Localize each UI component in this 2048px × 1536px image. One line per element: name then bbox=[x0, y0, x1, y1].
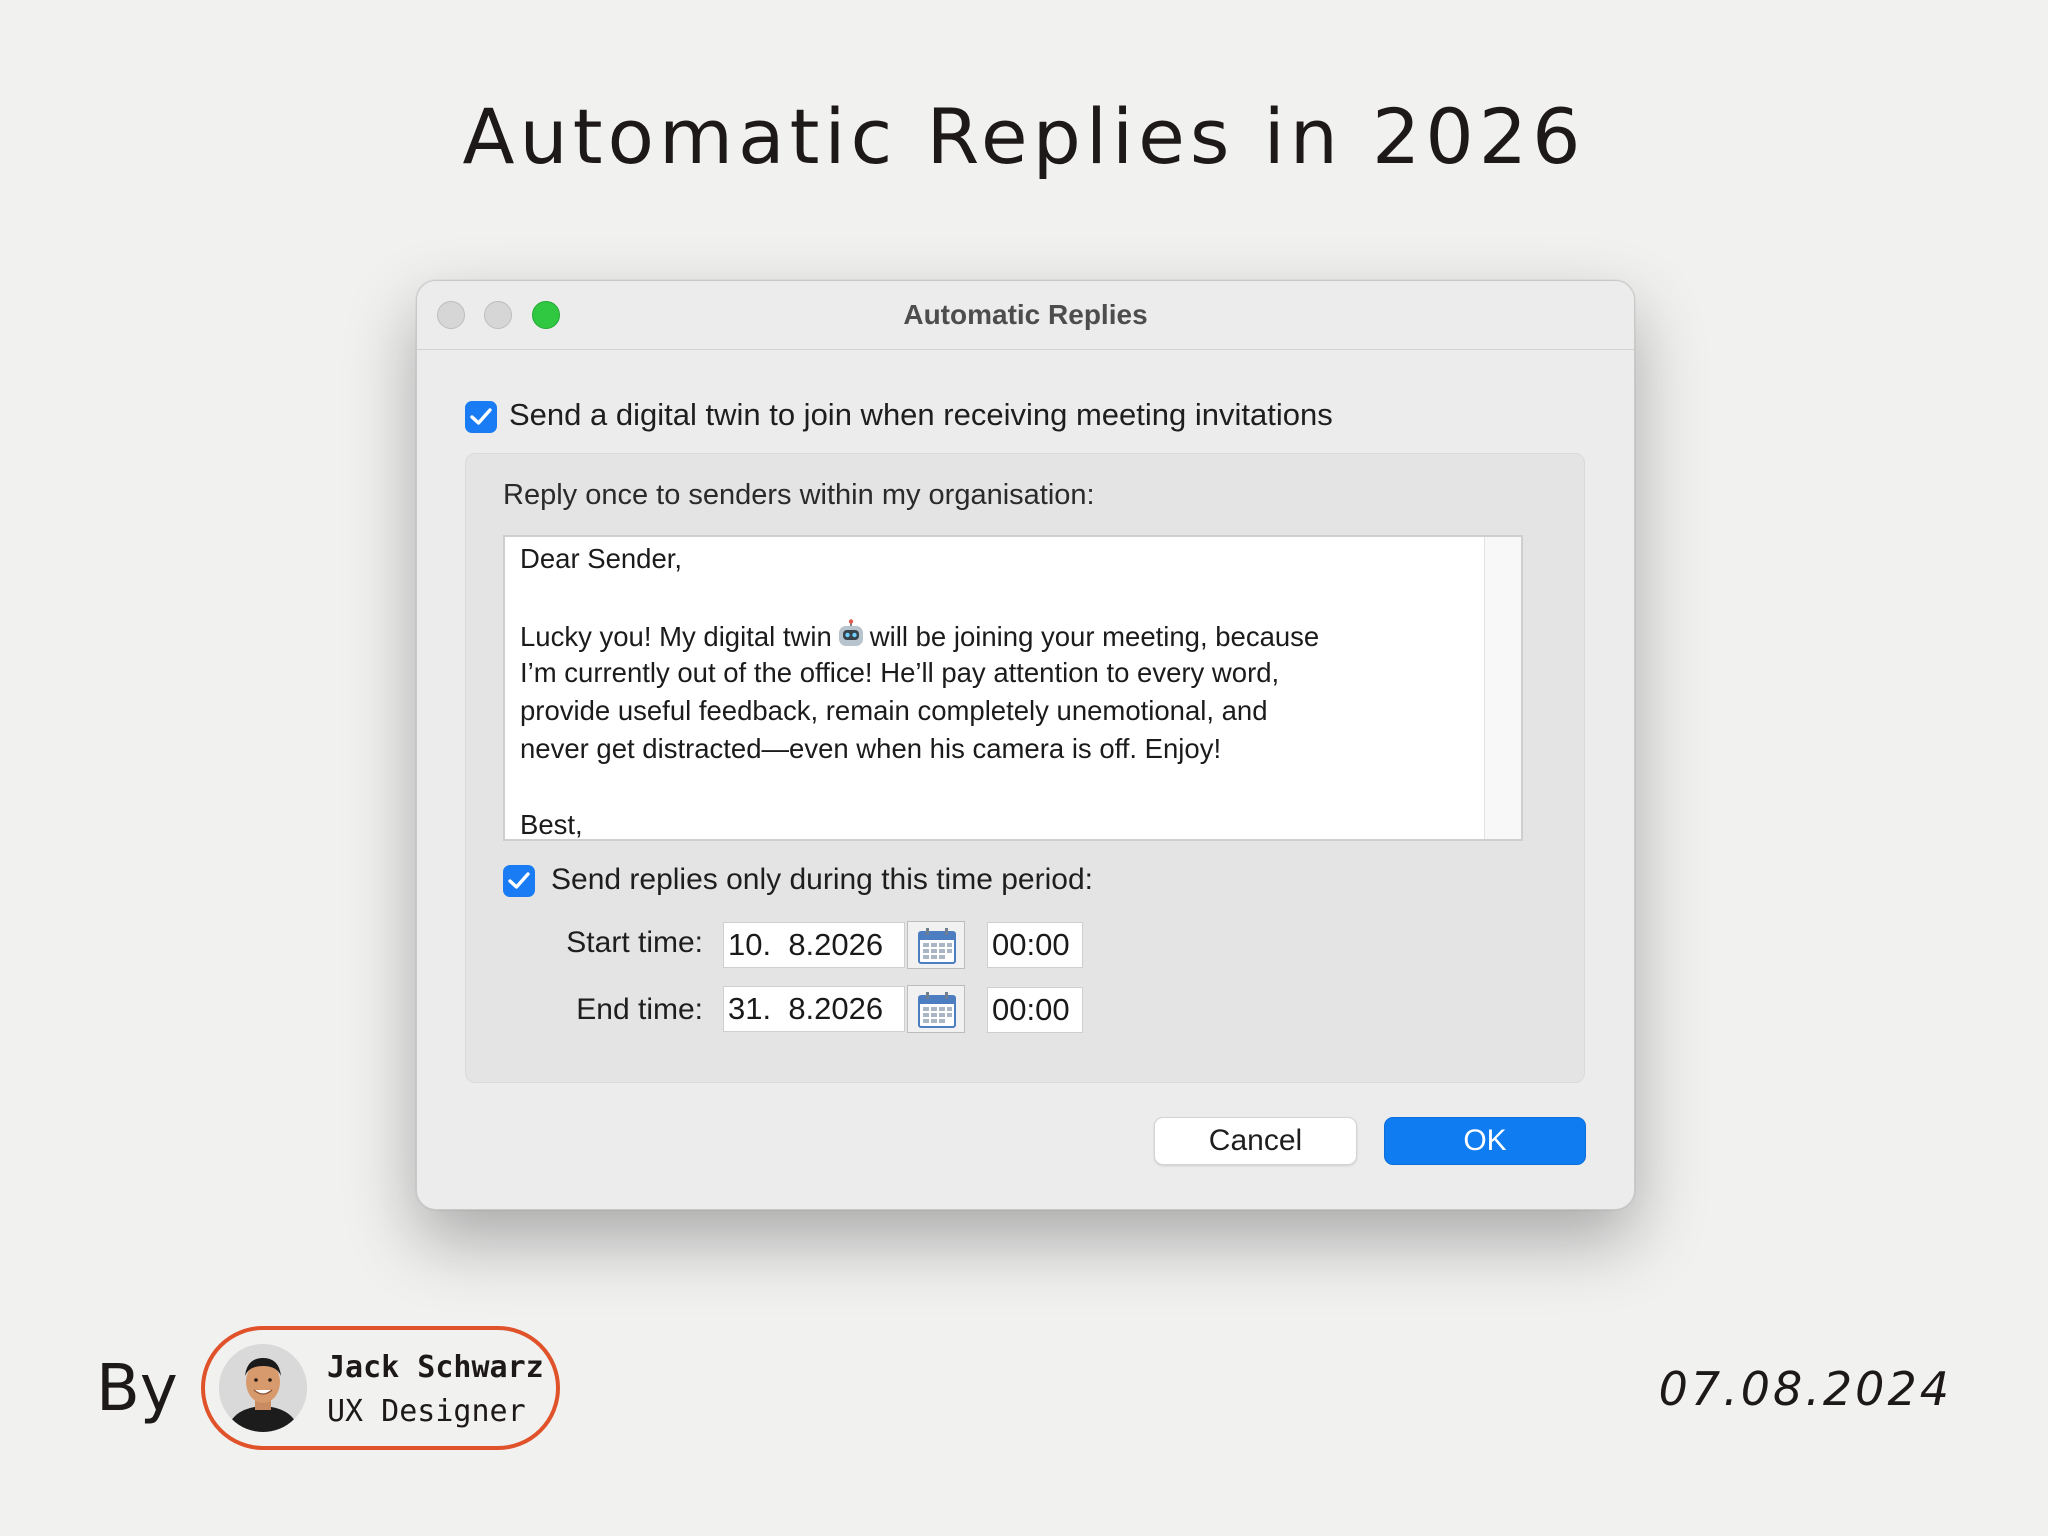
start-time-field[interactable]: 00:00 bbox=[987, 922, 1083, 968]
end-date-field[interactable]: 31. 8.2026 bbox=[723, 986, 905, 1032]
window-titlebar: Automatic Replies bbox=[417, 281, 1634, 350]
time-period-checkbox[interactable] bbox=[503, 865, 535, 897]
cancel-button[interactable]: Cancel bbox=[1154, 1117, 1357, 1165]
digital-twin-checkbox-label[interactable]: Send a digital twin to join when receivi… bbox=[509, 397, 1333, 433]
end-time-field[interactable]: 00:00 bbox=[987, 987, 1083, 1033]
calendar-icon bbox=[918, 928, 956, 964]
automatic-replies-dialog: Automatic Replies Send a digital twin to… bbox=[416, 280, 1635, 1210]
message-line-4: never get distracted—even when his camer… bbox=[520, 733, 1222, 764]
message-line-3: provide useful feedback, remain complete… bbox=[520, 695, 1268, 726]
calendar-icon bbox=[918, 992, 956, 1028]
checkmark-icon bbox=[508, 872, 530, 889]
message-line-1-end: will be joining your meeting, because bbox=[869, 621, 1320, 652]
ok-button[interactable]: OK bbox=[1384, 1117, 1586, 1165]
end-time-label: End time: bbox=[576, 993, 703, 1026]
reply-message-textarea[interactable]: Dear Sender, Lucky you! My digital twin w… bbox=[503, 535, 1523, 841]
reply-label: Reply once to senders within my organisa… bbox=[503, 479, 1095, 511]
message-greeting: Dear Sender, bbox=[520, 543, 683, 574]
checkmark-icon bbox=[470, 408, 492, 425]
start-time-label: Start time: bbox=[566, 926, 703, 959]
message-line-1-start: Lucky you! My digital twin bbox=[520, 621, 832, 652]
end-date-calendar-button[interactable] bbox=[907, 985, 965, 1033]
author-name: Jack Schwarz bbox=[327, 1350, 544, 1385]
message-line-1: Lucky you! My digital twin will be joinin… bbox=[520, 619, 1319, 656]
message-line-2: I’m currently out of the office! He’ll p… bbox=[520, 657, 1280, 688]
message-scrollbar[interactable] bbox=[1484, 537, 1521, 839]
time-period-checkbox-label[interactable]: Send replies only during this time perio… bbox=[551, 863, 1093, 897]
start-date-field[interactable]: 10. 8.2026 bbox=[723, 922, 905, 968]
author-role: UX Designer bbox=[327, 1394, 526, 1429]
message-signoff: Best, bbox=[520, 809, 583, 840]
robot-icon bbox=[836, 619, 866, 656]
post-date: 07.08.2024 bbox=[1658, 1362, 1952, 1416]
digital-twin-checkbox[interactable] bbox=[465, 401, 497, 433]
by-label: By bbox=[96, 1352, 178, 1426]
author-badge: Jack Schwarz UX Designer bbox=[201, 1326, 560, 1450]
page-title: Automatic Replies in 2026 bbox=[462, 92, 1586, 181]
start-date-calendar-button[interactable] bbox=[907, 921, 965, 969]
window-title: Automatic Replies bbox=[903, 299, 1148, 330]
author-avatar bbox=[219, 1344, 307, 1432]
